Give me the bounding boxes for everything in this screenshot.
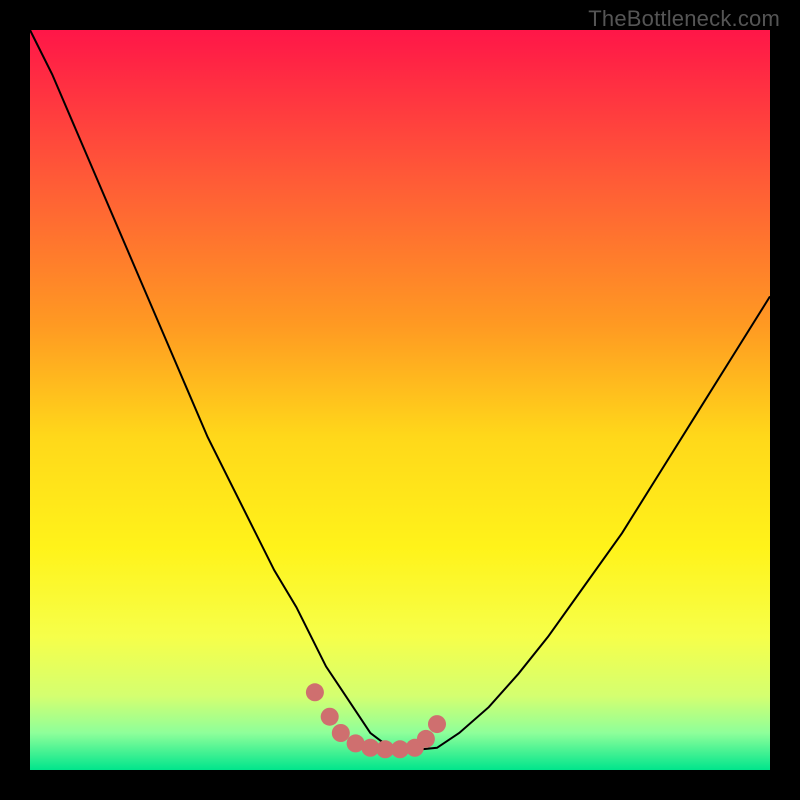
bottleneck-chart [0, 0, 800, 800]
marker-dot [306, 683, 324, 701]
marker-dot [428, 715, 446, 733]
marker-dot [321, 708, 339, 726]
marker-dot [417, 730, 435, 748]
watermark-text: TheBottleneck.com [588, 6, 780, 32]
plot-background [30, 30, 770, 770]
marker-dot [332, 724, 350, 742]
chart-container: TheBottleneck.com [0, 0, 800, 800]
